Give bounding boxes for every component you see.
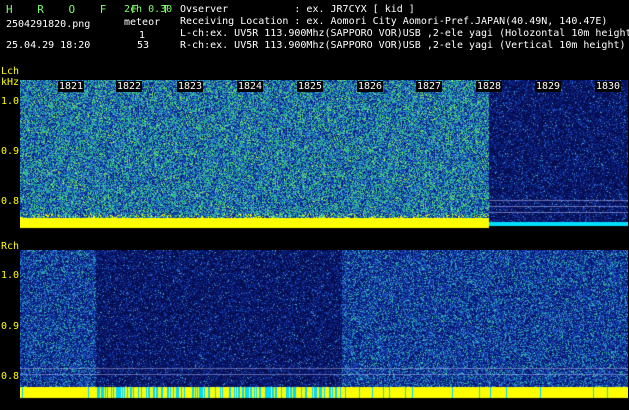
minute-label: 1828 xyxy=(476,81,503,92)
lch-ytick-3: 0.8 xyxy=(1,196,20,207)
meteor-count-rch: 53 xyxy=(137,40,150,51)
lch-ytick-2: 0.9 xyxy=(1,146,20,157)
minute-label: 1826 xyxy=(357,81,384,92)
datetime-label: 25.04.29 18:20 xyxy=(6,40,91,51)
version-label: 2ch 0.30 xyxy=(124,4,173,15)
rch-ytick-1: 1.0 xyxy=(1,270,20,281)
lch-spectrogram xyxy=(20,80,628,232)
minute-label: 1821 xyxy=(58,81,85,92)
rch-ytick-3: 0.8 xyxy=(1,371,20,382)
meteor-label: meteor xyxy=(124,17,161,28)
minute-label: 1829 xyxy=(535,81,562,92)
filename-label: 2504291820.png xyxy=(6,19,91,30)
minute-label: 1827 xyxy=(416,81,443,92)
lch-ytick-1: 1.0 xyxy=(1,96,20,107)
minute-label: 1825 xyxy=(297,81,324,92)
observer-line: Ovserver : ex. JR7CYX [ kid ] xyxy=(180,4,415,15)
rch-ytick-2: 0.9 xyxy=(1,321,20,332)
minute-label: 1824 xyxy=(237,81,264,92)
minute-label: 1830 xyxy=(595,81,622,92)
rch-spectrogram xyxy=(20,250,628,402)
minute-label: 1822 xyxy=(116,81,143,92)
lch-channel-label: Lch xyxy=(1,66,20,77)
rch-channel-label: Rch xyxy=(1,241,20,252)
minute-label: 1823 xyxy=(177,81,204,92)
location-line: Receiving Location : ex. Aomori City Aom… xyxy=(180,16,608,27)
lch-receiver-info: L-ch:ex. UV5R 113.900Mhz(SAPPORO VOR)USB… xyxy=(180,28,629,39)
rch-receiver-info: R-ch:ex. UV5R 113.900Mhz(SAPPORO VOR)USB… xyxy=(180,40,626,51)
lch-unit-label: kHz xyxy=(1,77,20,88)
